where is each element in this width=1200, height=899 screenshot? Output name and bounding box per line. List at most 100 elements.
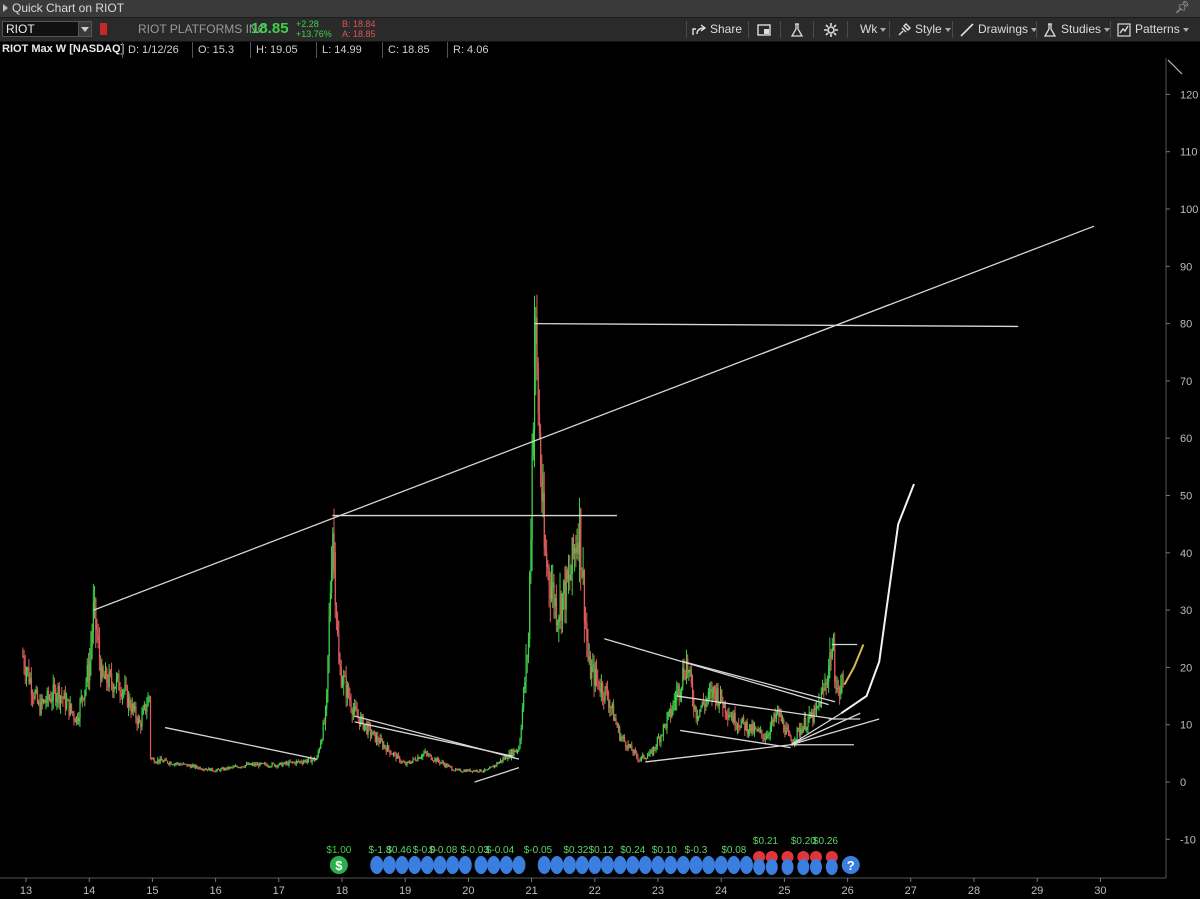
share-button[interactable]: Share — [692, 20, 742, 39]
candle-body — [399, 756, 401, 762]
earnings-icon[interactable] — [588, 856, 602, 874]
earnings-icon[interactable] — [797, 859, 810, 875]
candle-body — [727, 714, 729, 718]
earnings-icon[interactable] — [753, 859, 766, 875]
patterns-button[interactable]: Patterns — [1117, 20, 1189, 39]
collapse-caret-icon[interactable] — [3, 4, 8, 12]
earnings-icon[interactable] — [714, 856, 728, 874]
earnings-icon[interactable] — [487, 856, 501, 874]
earnings-icon[interactable] — [664, 856, 678, 874]
candle-body — [423, 752, 425, 755]
earnings-icon[interactable] — [689, 856, 703, 874]
earnings-icon[interactable] — [550, 856, 564, 874]
candle-body — [591, 666, 593, 679]
candle-body — [469, 769, 471, 772]
earnings-icon[interactable] — [433, 856, 447, 874]
earnings-icon[interactable] — [512, 856, 526, 874]
candle-body — [403, 762, 406, 764]
candle-body — [232, 766, 234, 768]
earnings-icon[interactable] — [575, 856, 589, 874]
candle-body — [790, 735, 792, 742]
style-button[interactable]: Style — [897, 20, 951, 39]
flask-button[interactable] — [790, 20, 808, 39]
candle-body — [463, 770, 465, 772]
earnings-icon[interactable] — [420, 856, 434, 874]
chart-settings-button[interactable] — [757, 20, 775, 39]
earnings-icon[interactable] — [499, 856, 513, 874]
price-tick-label: 80 — [1180, 319, 1192, 331]
candle-body — [643, 754, 645, 759]
candle-body — [39, 702, 41, 715]
earnings-icon[interactable] — [458, 856, 472, 874]
window-titlebar: Quick Chart on RIOT 📌︎ — [0, 0, 1200, 18]
earnings-icon[interactable] — [382, 856, 396, 874]
earnings-icon[interactable] — [395, 856, 409, 874]
time-tick-label: 19 — [399, 885, 411, 897]
candle-body — [337, 620, 339, 634]
candle-body — [225, 767, 227, 770]
candle-body — [764, 738, 767, 740]
earnings-icon[interactable] — [676, 856, 690, 874]
earnings-icon[interactable] — [781, 859, 794, 875]
candle-body — [333, 533, 335, 553]
candle-body — [548, 567, 550, 586]
candle-body — [282, 763, 284, 767]
percent-change: +13.76% — [296, 29, 332, 39]
candle-body — [501, 760, 503, 762]
earnings-icon[interactable] — [600, 856, 614, 874]
candle-body — [529, 572, 531, 640]
candle-body — [140, 722, 142, 727]
price-chart[interactable]: $$1.00 $-1.8$0.46 $-0.0$-0.08 $-0.03$-0.04 $… — [0, 42, 1200, 899]
candle-body — [56, 697, 58, 703]
earnings-icon[interactable] — [727, 856, 741, 874]
earnings-icon[interactable] — [408, 856, 422, 874]
candle-body — [523, 688, 525, 709]
candle-body — [502, 758, 504, 762]
gear-button[interactable] — [824, 20, 842, 39]
earnings-icon[interactable] — [446, 856, 460, 874]
earnings-icon[interactable] — [370, 856, 384, 874]
toolbar-separator — [686, 21, 687, 38]
earnings-icon[interactable] — [825, 859, 838, 875]
earnings-icon[interactable] — [651, 856, 665, 874]
candle-body — [120, 693, 122, 697]
candle-body — [751, 723, 753, 732]
share-icon — [692, 24, 706, 35]
candle-body — [762, 734, 764, 739]
candle-body — [258, 763, 260, 767]
earnings-icon[interactable] — [638, 856, 652, 874]
earnings-icon[interactable] — [810, 859, 822, 875]
earnings-icon[interactable] — [537, 856, 551, 874]
pushpin-icon[interactable]: 📌︎ — [1175, 0, 1190, 14]
earnings-icon[interactable] — [474, 856, 488, 874]
style-icon — [898, 22, 911, 36]
earnings-icon[interactable] — [765, 859, 778, 875]
timeframe-button[interactable]: Wk — [860, 20, 887, 39]
candle-body — [506, 756, 508, 759]
candle-body — [661, 735, 663, 737]
candle-body — [203, 769, 205, 771]
candle-body — [166, 760, 169, 764]
drawings-button[interactable]: Drawings — [960, 20, 1038, 39]
earnings-icon[interactable] — [702, 856, 716, 874]
candle-body — [228, 767, 231, 769]
earnings-icon[interactable] — [739, 856, 753, 874]
candle-body — [294, 762, 296, 765]
earnings-icon[interactable] — [626, 856, 640, 874]
candle-body — [493, 765, 496, 768]
candle-body — [29, 678, 31, 683]
candle-body — [148, 696, 150, 698]
earnings-icon[interactable] — [563, 856, 577, 874]
candle-body — [214, 771, 216, 773]
earnings-icon[interactable] — [613, 856, 627, 874]
candle-body — [391, 753, 394, 755]
candle-body — [712, 686, 714, 698]
symbol-dropdown-icon[interactable] — [78, 22, 91, 36]
candle-body — [198, 767, 200, 769]
candle-body — [30, 678, 33, 695]
candle-body — [438, 758, 440, 762]
symbol-input[interactable]: RIOT — [2, 21, 92, 37]
studies-button[interactable]: Studies — [1043, 20, 1111, 39]
candle-body — [380, 738, 383, 741]
alert-flag-icon[interactable] — [100, 23, 107, 35]
